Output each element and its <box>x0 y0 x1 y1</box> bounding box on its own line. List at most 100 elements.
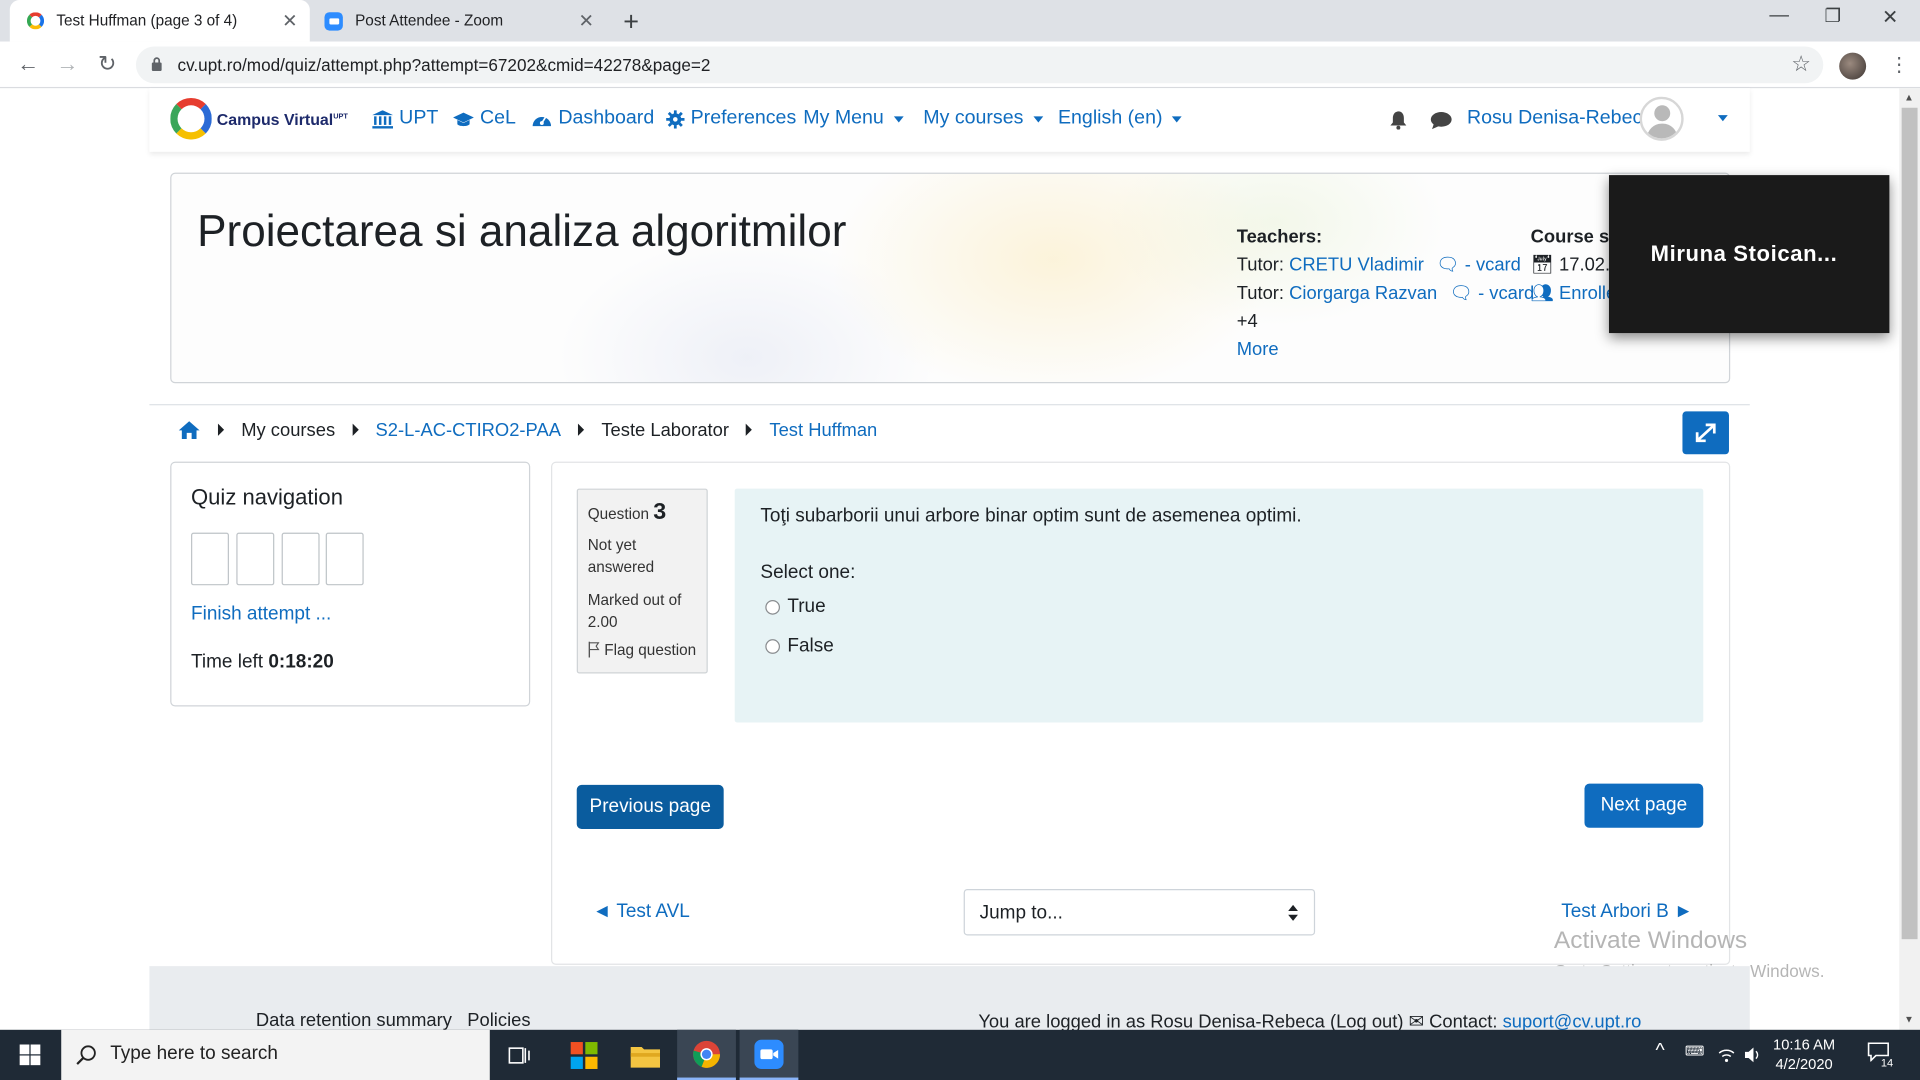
quiz-question-button[interactable] <box>325 532 364 586</box>
data-retention-link[interactable]: Data retention summary <box>256 1010 452 1031</box>
taskbar-clock[interactable]: 10:16 AM 4/2/2020 <box>1773 1035 1835 1074</box>
nav-language[interactable]: English (en) <box>1058 108 1183 130</box>
lock-icon <box>151 57 162 72</box>
quiz-question-button[interactable] <box>281 532 320 586</box>
nav-my-courses[interactable]: My courses <box>923 108 1044 130</box>
close-tab-icon[interactable]: ✕ <box>578 10 593 32</box>
zoom-participant-tile[interactable]: Miruna Stoican... <box>1608 175 1890 334</box>
nav-dashboard[interactable]: Dashboard <box>531 108 654 130</box>
bookmark-star-icon[interactable]: ☆ <box>1791 51 1811 77</box>
tab-test-huffman[interactable]: Test Huffman (page 3 of 4) ✕ <box>9 0 310 42</box>
quiz-question-button[interactable] <box>191 532 229 586</box>
radio-button[interactable] <box>765 600 780 615</box>
site-logo[interactable]: Campus VirtualUPT <box>170 97 348 140</box>
radio-button[interactable] <box>765 639 780 654</box>
nav-cel[interactable]: CeL <box>453 108 516 130</box>
volume-icon[interactable] <box>1744 1047 1762 1063</box>
page-scrollbar[interactable]: ▲ ▼ <box>1899 88 1920 1030</box>
time-left: Time left 0:18:20 <box>191 651 334 673</box>
previous-activity-link[interactable]: ◄ Test AVL <box>593 901 690 923</box>
profile-avatar[interactable] <box>1839 52 1867 80</box>
clock-time: 10:16 AM <box>1773 1035 1836 1054</box>
logo-text: Campus VirtualUPT <box>216 109 348 128</box>
select-arrows-icon <box>1288 904 1298 921</box>
finish-attempt-link[interactable]: Finish attempt ... <box>191 604 331 626</box>
tray-network-keyboard-icon[interactable]: ⌨︎ <box>1685 1043 1704 1059</box>
store-app-icon[interactable] <box>555 1030 614 1080</box>
more-link[interactable]: More <box>1237 336 1534 364</box>
enrolled-link[interactable]: Enrolle <box>1559 283 1616 304</box>
messages-icon[interactable] <box>1430 111 1452 130</box>
nav-preferences[interactable]: Preferences <box>666 108 796 130</box>
tab-zoom[interactable]: Post Attendee - Zoom ✕ <box>312 0 606 42</box>
new-tab-icon[interactable]: + <box>623 6 639 38</box>
tutor-link[interactable]: Ciorgarga Razvan <box>1289 283 1437 304</box>
breadcrumb-course[interactable]: S2-L-AC-CTIRO2-PAA <box>376 419 561 440</box>
fullscreen-toggle-button[interactable] <box>1682 411 1729 455</box>
users-icon: 👥︎ <box>1530 282 1554 304</box>
user-menu-chevron-icon[interactable] <box>1717 115 1728 122</box>
home-icon[interactable] <box>178 420 201 440</box>
more-count: +4 <box>1236 311 1258 332</box>
flag-question-link[interactable]: Flag question <box>588 641 696 659</box>
user-avatar[interactable] <box>1639 96 1684 141</box>
nav-upt[interactable]: UPT <box>372 108 438 130</box>
breadcrumb-section[interactable]: Teste Laborator <box>601 419 729 440</box>
breadcrumb-my-courses[interactable]: My courses <box>241 419 335 440</box>
tray-chevron-up-icon[interactable]: ^ <box>1656 1041 1665 1063</box>
breadcrumb: My courses S2-L-AC-CTIRO2-PAA Teste Labo… <box>178 418 877 442</box>
zoom-favicon-icon <box>324 11 343 31</box>
question-content: Toţi subarborii unui arbore binar optim … <box>734 488 1704 723</box>
answer-option-false[interactable]: False <box>765 636 834 658</box>
start-date-row: 📅︎ 17.02.2 <box>1531 251 1621 279</box>
wifi-icon[interactable] <box>1718 1047 1735 1063</box>
chrome-taskbar-icon[interactable] <box>677 1029 736 1080</box>
scrollbar-thumb[interactable] <box>1901 107 1918 940</box>
notification-center-icon[interactable]: 14 <box>1867 1042 1895 1069</box>
scroll-down-icon[interactable]: ▼ <box>1904 1014 1914 1025</box>
breadcrumb-separator-icon <box>578 423 585 436</box>
vcard-link[interactable]: - vcard <box>1478 283 1534 304</box>
site-navbar: Campus VirtualUPT UPT CeL Dashboard Pref… <box>149 88 1750 152</box>
file-explorer-icon[interactable] <box>616 1030 675 1080</box>
message-bubble-icon[interactable]: 🗨︎ <box>1450 283 1473 304</box>
graduation-cap-icon <box>453 112 474 126</box>
taskbar-search-box[interactable]: Type here to search <box>61 1029 490 1080</box>
enrolled-row[interactable]: 👥︎ Enrolle <box>1531 279 1621 307</box>
back-icon[interactable]: ← <box>17 51 39 77</box>
logo-ring-icon <box>170 97 212 140</box>
breadcrumb-quiz[interactable]: Test Huffman <box>769 419 877 440</box>
policies-link[interactable]: Policies <box>467 1010 530 1031</box>
next-page-button[interactable]: Next page <box>1584 783 1704 828</box>
notification-count: 14 <box>1879 1056 1895 1069</box>
next-activity-link[interactable]: Test Arbori B ► <box>1561 901 1693 923</box>
teachers-heading: Teachers: <box>1236 226 1323 248</box>
minimize-icon[interactable]: — <box>1769 5 1789 27</box>
notification-bell-icon[interactable] <box>1389 110 1409 130</box>
browser-tab-strip: Test Huffman (page 3 of 4) ✕ Post Attend… <box>0 0 1920 42</box>
nav-my-menu[interactable]: My Menu <box>803 108 904 130</box>
browser-menu-icon[interactable]: ⋮ <box>1889 53 1909 77</box>
previous-page-button[interactable]: Previous page <box>576 784 724 829</box>
institution-icon <box>372 109 394 128</box>
message-bubble-icon[interactable]: 🗨︎ <box>1436 255 1459 276</box>
quiz-question-button[interactable] <box>236 532 275 586</box>
restore-icon[interactable]: ❐ <box>1824 5 1840 27</box>
scroll-up-icon[interactable]: ▲ <box>1904 92 1914 103</box>
footer-links: Data retention summary Policies <box>256 1010 531 1031</box>
windows-start-icon[interactable] <box>19 1044 41 1066</box>
question-text: Toţi subarborii unui arbore binar optim … <box>760 505 1302 527</box>
forward-icon[interactable]: → <box>56 51 78 77</box>
reload-icon[interactable]: ↻ <box>98 51 116 77</box>
jump-to-select[interactable]: Jump to... <box>963 888 1316 936</box>
tutor-link[interactable]: CRETU Vladimir <box>1289 255 1424 276</box>
vcard-link[interactable]: - vcard <box>1465 255 1521 276</box>
task-view-icon[interactable] <box>490 1030 549 1080</box>
close-tab-icon[interactable]: ✕ <box>282 10 297 32</box>
user-name[interactable]: Rosu Denisa-Rebeca <box>1467 108 1653 130</box>
question-state: Not yet answered <box>587 536 655 576</box>
answer-option-true[interactable]: True <box>765 596 826 618</box>
zoom-taskbar-icon[interactable] <box>739 1029 799 1080</box>
address-bar[interactable]: cv.upt.ro/mod/quiz/attempt.php?attempt=6… <box>135 46 1824 84</box>
close-window-icon[interactable]: ✕ <box>1882 5 1898 29</box>
